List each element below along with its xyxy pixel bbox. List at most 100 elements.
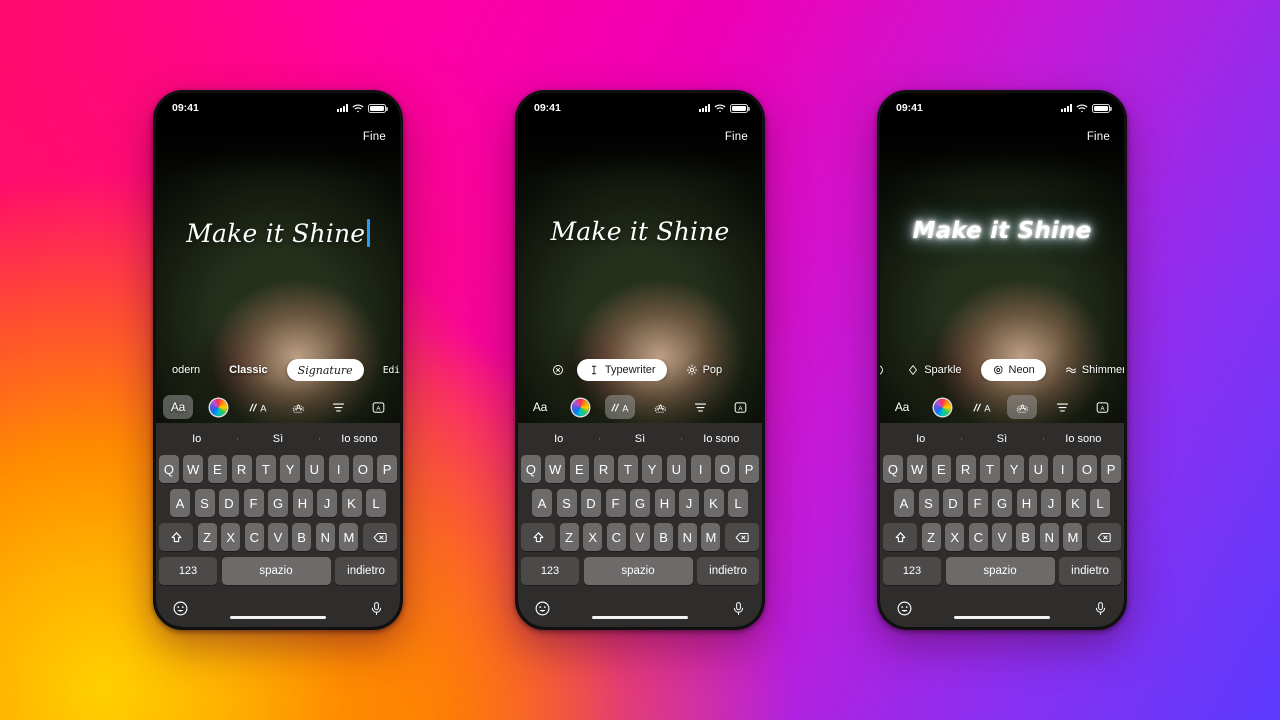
key-H[interactable]: H [292,489,313,517]
key-X[interactable]: X [221,523,241,551]
key-O[interactable]: O [1077,455,1097,483]
key-T[interactable]: T [256,455,276,483]
key-C[interactable]: C [244,523,264,551]
shift-key[interactable] [159,523,193,551]
chip-none[interactable] [880,359,888,381]
dictation-button[interactable] [369,600,384,617]
chip-shimmer[interactable]: Shimmer [1055,359,1124,381]
key-W[interactable]: W [183,455,203,483]
key-E[interactable]: E [931,455,952,483]
key-U[interactable]: U [666,455,687,483]
key-Y[interactable]: Y [1004,455,1024,483]
key-I[interactable]: I [690,455,711,483]
story-canvas[interactable]: Fine Make it Shine Typewriter Pop Aa A A A [518,123,762,423]
done-button[interactable]: Fine [1087,131,1110,143]
alignment-tool[interactable] [1047,395,1077,419]
chip-classic[interactable]: Classic [219,359,278,381]
key-Q[interactable]: Q [521,455,541,483]
effects-tool[interactable]: A [283,395,313,419]
key-K[interactable]: K [341,489,362,517]
key-X[interactable]: X [583,523,603,551]
story-canvas[interactable]: Fine Make it Shine odern Classic Signature… [156,123,400,423]
key-B[interactable]: B [1016,523,1036,551]
key-L[interactable]: L [728,489,748,517]
chip-editor[interactable]: Editor [373,359,400,381]
key-S[interactable]: S [918,489,939,517]
return-key[interactable]: indietro [697,557,759,585]
key-Z[interactable]: Z [921,523,941,551]
key-Y[interactable]: Y [280,455,300,483]
story-text[interactable]: Make it Shine [550,218,729,245]
key-H[interactable]: H [1016,489,1037,517]
key-S[interactable]: S [556,489,577,517]
chip-typewriter[interactable]: Typewriter [576,359,667,381]
effects-chip-strip[interactable]: Sparkle Neon Shimmer [880,359,1124,381]
key-F[interactable]: F [967,489,988,517]
key-W[interactable]: W [545,455,565,483]
key-J[interactable]: J [1041,489,1061,517]
home-indicator[interactable] [592,615,688,619]
key-Z[interactable]: Z [197,523,217,551]
space-key[interactable]: spazio [221,557,331,585]
key-G[interactable]: G [992,489,1012,517]
home-indicator[interactable] [230,615,326,619]
chip-pop[interactable]: Pop [676,359,733,381]
text-background-tool[interactable]: A [725,395,755,419]
key-K[interactable]: K [703,489,724,517]
suggestion-0[interactable]: Io [518,433,599,445]
shift-key[interactable] [883,523,917,551]
key-J[interactable]: J [317,489,337,517]
key-M[interactable]: M [701,523,721,551]
alignment-tool[interactable] [685,395,715,419]
fonts-chip-strip[interactable]: odernClassicSignatureEditorPos [156,359,400,381]
backspace-key[interactable] [724,523,759,551]
key-P[interactable]: P [377,455,397,483]
key-V[interactable]: V [992,523,1012,551]
text-style-tool[interactable]: Aa [887,395,917,419]
backspace-key[interactable] [1086,523,1121,551]
key-I[interactable]: I [1052,455,1073,483]
shift-key[interactable] [521,523,555,551]
key-R[interactable]: R [593,455,614,483]
emoji-button[interactable] [896,600,913,617]
key-P[interactable]: P [739,455,759,483]
animation-tool[interactable]: A [243,395,273,419]
key-D[interactable]: D [943,489,963,517]
color-tool[interactable] [927,395,957,419]
key-W[interactable]: W [907,455,927,483]
key-U[interactable]: U [304,455,325,483]
key-B[interactable]: B [654,523,674,551]
key-Z[interactable]: Z [559,523,579,551]
space-key[interactable]: spazio [945,557,1055,585]
chip-none[interactable] [548,359,568,381]
suggestion-0[interactable]: Io [880,433,961,445]
key-I[interactable]: I [328,455,349,483]
text-style-tool[interactable]: Aa [525,395,555,419]
dictation-button[interactable] [731,600,746,617]
key-S[interactable]: S [194,489,215,517]
numbers-key[interactable]: 123 [521,557,579,585]
story-text[interactable]: Make it Shine [186,219,370,247]
key-O[interactable]: O [715,455,735,483]
key-A[interactable]: A [170,489,190,517]
chip-sparkle[interactable]: Sparkle [897,359,971,381]
story-canvas[interactable]: Fine Make it Shine Sparkle Neon Shimmer Aa… [880,123,1124,423]
key-U[interactable]: U [1028,455,1049,483]
chip-odern[interactable]: odern [162,359,210,381]
alignment-tool[interactable] [323,395,353,419]
key-C[interactable]: C [968,523,988,551]
key-J[interactable]: J [679,489,699,517]
emoji-button[interactable] [534,600,551,617]
key-X[interactable]: X [945,523,965,551]
dictation-button[interactable] [1093,600,1108,617]
key-R[interactable]: R [231,455,252,483]
animation-tool[interactable]: A [605,395,635,419]
key-F[interactable]: F [605,489,626,517]
key-B[interactable]: B [292,523,312,551]
key-V[interactable]: V [630,523,650,551]
done-button[interactable]: Fine [725,131,748,143]
chip-neon[interactable]: Neon [980,359,1046,381]
key-T[interactable]: T [618,455,638,483]
key-E[interactable]: E [207,455,228,483]
key-K[interactable]: K [1065,489,1086,517]
